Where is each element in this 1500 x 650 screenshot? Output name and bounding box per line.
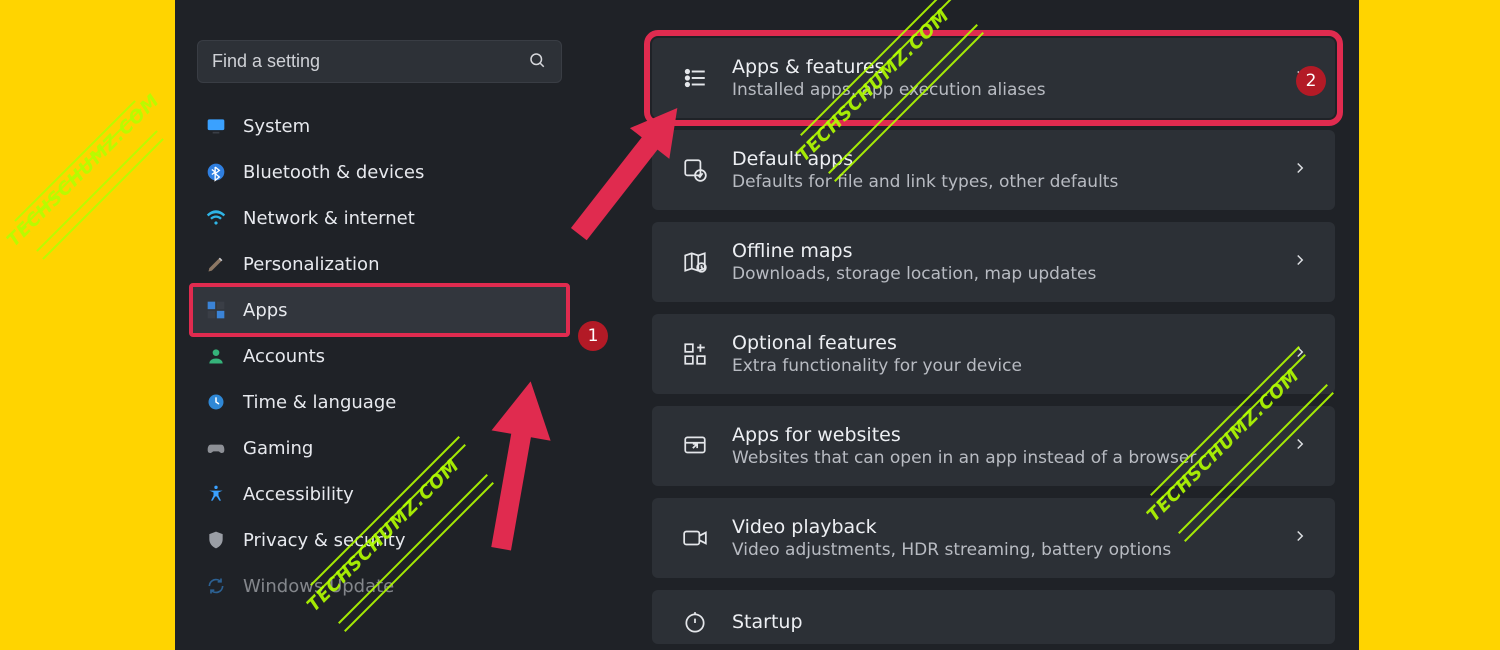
- annotation-badge-2: 2: [1296, 66, 1326, 96]
- card-title: Default apps: [732, 148, 1269, 170]
- card-apps-features[interactable]: Apps & features Installed apps, app exec…: [652, 38, 1335, 118]
- sidebar-item-label: Bluetooth & devices: [243, 162, 424, 183]
- shield-icon: [205, 529, 227, 551]
- sidebar-item-personalization[interactable]: Personalization: [193, 241, 566, 287]
- card-optional-features[interactable]: Optional features Extra functionality fo…: [652, 314, 1335, 394]
- sidebar-item-system[interactable]: System: [193, 103, 566, 149]
- chevron-right-icon: [1291, 251, 1309, 273]
- sidebar-item-label: Accounts: [243, 346, 325, 367]
- card-subtitle: Video adjustments, HDR streaming, batter…: [732, 540, 1269, 560]
- annotation-arrow-diagonal: [555, 90, 695, 260]
- sidebar-item-label: Gaming: [243, 438, 313, 459]
- person-icon: [205, 345, 227, 367]
- startup-icon: [680, 608, 710, 638]
- card-title: Startup: [732, 611, 1309, 633]
- bluetooth-icon: [205, 161, 227, 183]
- sidebar-item-label: Apps: [243, 300, 288, 321]
- card-default-apps[interactable]: Default apps Defaults for file and link …: [652, 130, 1335, 210]
- sidebar-item-label: System: [243, 116, 310, 137]
- sidebar-item-label: Time & language: [243, 392, 396, 413]
- card-body: Apps for websites Websites that can open…: [732, 424, 1269, 468]
- card-body: Optional features Extra functionality fo…: [732, 332, 1269, 376]
- search-input[interactable]: [197, 40, 562, 83]
- sidebar-item-network[interactable]: Network & internet: [193, 195, 566, 241]
- card-video-playback[interactable]: Video playback Video adjustments, HDR st…: [652, 498, 1335, 578]
- card-body: Offline maps Downloads, storage location…: [732, 240, 1269, 284]
- card-title: Video playback: [732, 516, 1269, 538]
- card-body: Video playback Video adjustments, HDR st…: [732, 516, 1269, 560]
- search-wrap: [197, 40, 562, 83]
- apps-icon: [205, 299, 227, 321]
- card-title: Apps & features: [732, 56, 1269, 78]
- chevron-right-icon: [1291, 343, 1309, 365]
- card-offline-maps[interactable]: Offline maps Downloads, storage location…: [652, 222, 1335, 302]
- list-icon: [680, 63, 710, 93]
- card-body: Startup: [732, 611, 1309, 635]
- card-body: Apps & features Installed apps, app exec…: [732, 56, 1269, 100]
- display-icon: [205, 115, 227, 137]
- chevron-right-icon: [1291, 527, 1309, 549]
- clock-icon: [205, 391, 227, 413]
- chevron-right-icon: [1291, 159, 1309, 181]
- annotation-arrow-up: [470, 380, 560, 560]
- sidebar-item-update[interactable]: Windows Update: [193, 563, 566, 609]
- sidebar-item-apps[interactable]: Apps: [189, 283, 570, 337]
- card-subtitle: Installed apps, app execution aliases: [732, 80, 1269, 100]
- update-icon: [205, 575, 227, 597]
- chevron-right-icon: [1291, 435, 1309, 457]
- sidebar-item-label: Privacy & security: [243, 530, 406, 551]
- card-subtitle: Websites that can open in an app instead…: [732, 448, 1269, 468]
- card-startup[interactable]: Startup: [652, 590, 1335, 644]
- accessibility-icon: [205, 483, 227, 505]
- card-subtitle: Downloads, storage location, map updates: [732, 264, 1269, 284]
- video-icon: [680, 523, 710, 553]
- website-app-icon: [680, 431, 710, 461]
- card-body: Default apps Defaults for file and link …: [732, 148, 1269, 192]
- card-apps-for-websites[interactable]: Apps for websites Websites that can open…: [652, 406, 1335, 486]
- settings-window: System Bluetooth & devices Network & int…: [175, 0, 1359, 650]
- gamepad-icon: [205, 437, 227, 459]
- sidebar-item-label: Windows Update: [243, 576, 394, 597]
- wifi-icon: [205, 207, 227, 229]
- card-title: Apps for websites: [732, 424, 1269, 446]
- sidebar-item-label: Accessibility: [243, 484, 354, 505]
- optional-features-icon: [680, 339, 710, 369]
- brush-icon: [205, 253, 227, 275]
- card-title: Optional features: [732, 332, 1269, 354]
- card-title: Offline maps: [732, 240, 1269, 262]
- sidebar-item-label: Network & internet: [243, 208, 415, 229]
- card-subtitle: Defaults for file and link types, other …: [732, 172, 1269, 192]
- annotation-badge-1: 1: [578, 321, 608, 351]
- sidebar-item-label: Personalization: [243, 254, 379, 275]
- watermark: TECHSCHUMZ.COM: [20, 120, 140, 240]
- main-content: Apps & features Installed apps, app exec…: [580, 38, 1359, 650]
- sidebar-item-bluetooth[interactable]: Bluetooth & devices: [193, 149, 566, 195]
- sidebar-item-accounts[interactable]: Accounts: [193, 333, 566, 379]
- card-subtitle: Extra functionality for your device: [732, 356, 1269, 376]
